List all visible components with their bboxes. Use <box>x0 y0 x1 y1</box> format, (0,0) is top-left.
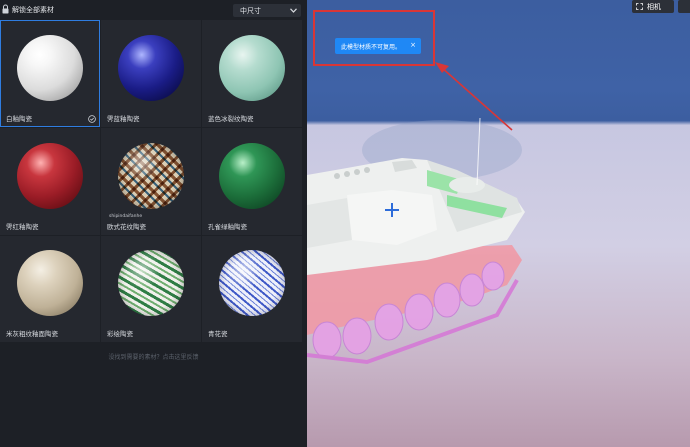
unlock-all-materials-link[interactable]: 解锁全部素材 <box>12 5 54 15</box>
material-tile-european-pattern[interactable]: shipindaifanhe 欧式花纹陶瓷 <box>101 128 201 235</box>
toolbar-more-button[interactable] <box>678 0 690 13</box>
material-tile-beige-coarse[interactable]: 米灰粗纹釉面陶瓷 <box>0 236 100 342</box>
material-panel: 解锁全部素材 中尺寸 白釉陶瓷 霁蓝釉陶瓷 蓝色冰裂纹陶瓷 霁红釉陶瓷 ship… <box>0 0 307 447</box>
peacock-green-sphere <box>219 142 285 209</box>
material-grid: 白釉陶瓷 霁蓝釉陶瓷 蓝色冰裂纹陶瓷 霁红釉陶瓷 shipindaifanhe … <box>0 20 302 342</box>
panel-header: 解锁全部素材 中尺寸 <box>0 0 307 20</box>
material-label: 蓝色冰裂纹陶瓷 <box>208 115 254 123</box>
annotation-arrow <box>435 62 513 131</box>
material-tile-painted[interactable]: 彩绘陶瓷 <box>101 236 201 342</box>
size-dropdown[interactable]: 中尺寸 <box>233 4 301 17</box>
material-label: 青花瓷 <box>208 330 228 338</box>
material-label: 彩绘陶瓷 <box>107 330 133 338</box>
ji-red-glaze-sphere <box>17 142 83 209</box>
watermark: shipindaifanhe <box>109 214 143 219</box>
material-label: 欧式花纹陶瓷 <box>107 223 146 231</box>
material-label: 霁蓝釉陶瓷 <box>107 115 140 123</box>
european-pattern-sphere <box>118 142 184 209</box>
material-label: 米灰粗纹釉面陶瓷 <box>6 330 58 338</box>
blue-and-white-sphere <box>219 250 285 316</box>
lock-icon <box>2 4 9 14</box>
check-circle-icon <box>88 115 96 123</box>
material-tile-ji-blue-glaze[interactable]: 霁蓝釉陶瓷 <box>101 20 201 127</box>
painted-sphere <box>118 250 184 316</box>
material-tile-ji-red-glaze[interactable]: 霁红釉陶瓷 <box>0 128 100 235</box>
toast-message: 此模型材质不可复用。 <box>341 44 402 51</box>
material-tile-peacock-green[interactable]: 孔雀绿釉陶瓷 <box>202 128 302 235</box>
beige-coarse-sphere <box>17 250 83 316</box>
highlight-box: 此模型材质不可复用。 × <box>313 10 435 66</box>
material-tile-white-glaze[interactable]: 白釉陶瓷 <box>0 20 100 127</box>
blue-crackle-sphere <box>219 34 285 101</box>
camera-button[interactable]: 相机 <box>632 0 674 13</box>
white-glaze-sphere <box>17 34 83 101</box>
camera-label: 相机 <box>647 3 661 11</box>
material-label: 白釉陶瓷 <box>6 115 32 123</box>
chevron-down-icon <box>290 8 297 13</box>
toast-close-button[interactable]: × <box>410 41 416 50</box>
material-label: 孔雀绿釉陶瓷 <box>208 223 247 231</box>
feedback-link[interactable]: 没找到需要的素材？点击这里反馈 <box>0 352 307 361</box>
ji-blue-glaze-sphere <box>118 34 184 101</box>
camera-icon <box>636 3 643 10</box>
size-dropdown-value: 中尺寸 <box>240 7 261 15</box>
3d-viewport[interactable]: 相机 此模型材质不可复用。 × <box>307 0 690 447</box>
material-tile-blue-crackle[interactable]: 蓝色冰裂纹陶瓷 <box>202 20 302 127</box>
tank-model[interactable] <box>307 100 537 390</box>
material-label: 霁红釉陶瓷 <box>6 223 39 231</box>
toast-notification: 此模型材质不可复用。 × <box>335 38 421 54</box>
material-tile-blue-and-white[interactable]: 青花瓷 <box>202 236 302 342</box>
